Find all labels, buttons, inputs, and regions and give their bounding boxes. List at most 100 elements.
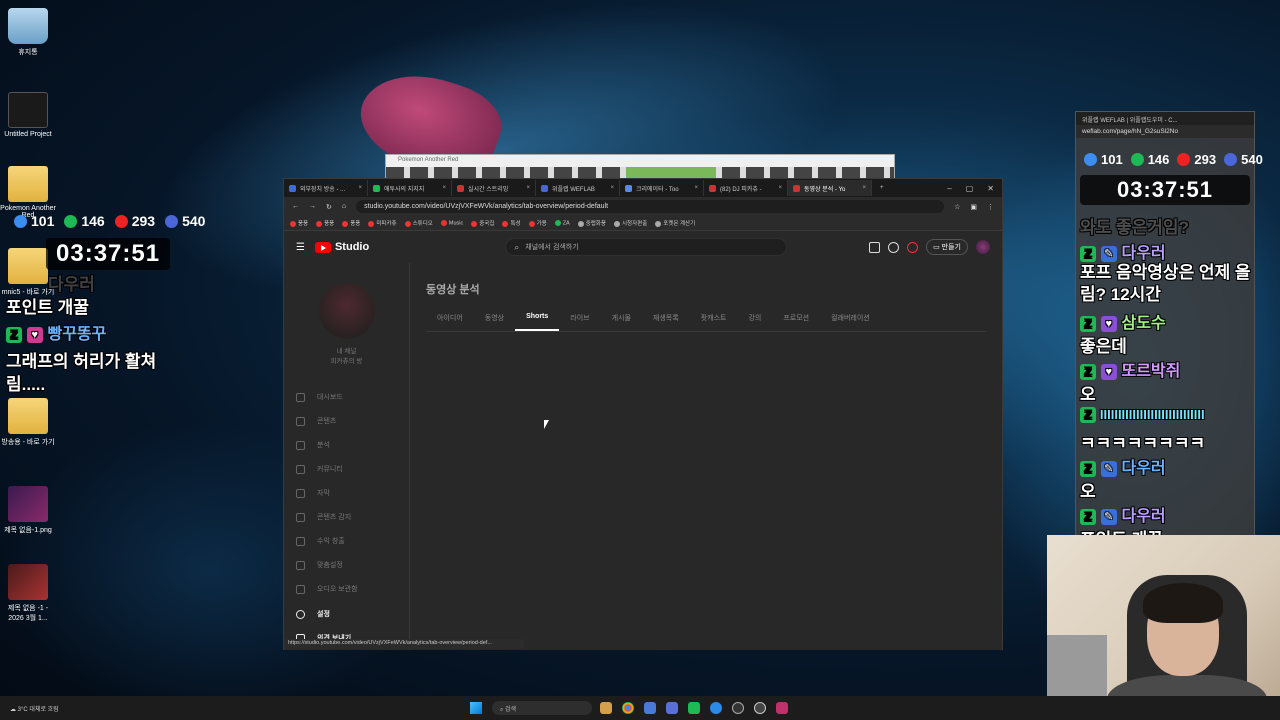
pencil-badge-icon: ✎ bbox=[1100, 460, 1117, 477]
minimize-icon[interactable]: – bbox=[947, 184, 951, 193]
bookmark-item[interactable]: 풍풍 bbox=[290, 219, 308, 227]
sidebar-item-analytics[interactable]: 분석 bbox=[284, 433, 409, 457]
sidebar-item-settings[interactable]: 설정 bbox=[284, 602, 409, 626]
youtube-icon bbox=[1177, 153, 1191, 166]
bookmark-favicon-icon bbox=[528, 220, 535, 227]
taskbar: ☁ 3°C 대체로 흐림 ⌕ 검색 bbox=[0, 696, 1280, 720]
hamburger-menu-icon[interactable]: ☰ bbox=[296, 242, 305, 253]
chrome-icon[interactable] bbox=[622, 702, 634, 714]
chat-user: Z IIIIIIIIIIIIIIIIIIIIIIIIIIIII bbox=[1080, 406, 1205, 424]
close-icon[interactable]: × bbox=[778, 185, 782, 191]
bookmark-item[interactable]: 시청자편출 bbox=[613, 219, 647, 227]
subtab-videos[interactable]: 동영상 bbox=[474, 313, 515, 331]
sidebar-item-subtitles[interactable]: 자막 bbox=[284, 481, 409, 505]
folder-icon bbox=[8, 166, 48, 202]
extensions-icon[interactable]: ▣ bbox=[970, 203, 977, 211]
subtab-collaborations[interactable]: 컬래버레이션 bbox=[820, 313, 881, 331]
tab-2[interactable]: 실시간 스트리밍 × bbox=[452, 180, 536, 196]
new-tab-icon[interactable]: + bbox=[872, 185, 892, 191]
tab-3[interactable]: 위플랩 WEFLAB × bbox=[536, 180, 620, 196]
notepad-icon[interactable] bbox=[644, 702, 656, 714]
heart-badge-icon: ♥ bbox=[26, 326, 43, 343]
bookmark-item[interactable]: 포켓몬 계산기 bbox=[655, 219, 695, 227]
close-window-icon[interactable]: ✕ bbox=[987, 184, 994, 193]
browser-window[interactable]: 외부장치 방송 - ... × 애투사의 지지지 × 실시간 스트리밍 × 위플랩 W… bbox=[283, 178, 1003, 650]
file-explorer-icon[interactable] bbox=[600, 702, 612, 714]
tab-6-active[interactable]: 동영상 분석 - Yo × bbox=[788, 180, 872, 196]
sidebar-item-community[interactable]: 커뮤니티 bbox=[284, 457, 409, 481]
tab-5[interactable]: (82) DJ 피카츄 - × bbox=[704, 180, 788, 196]
bookmark-item[interactable]: Music bbox=[440, 219, 463, 226]
windows-start-icon[interactable] bbox=[470, 702, 482, 714]
close-icon[interactable]: × bbox=[526, 185, 530, 191]
obs-icon[interactable] bbox=[732, 702, 744, 714]
desktop-icon-broadcast[interactable]: 방송용 - 바로 가기 bbox=[0, 398, 56, 447]
subtab-courses[interactable]: 강의 bbox=[737, 313, 772, 331]
edge-icon[interactable] bbox=[710, 702, 722, 714]
studio-logo[interactable]: Studio bbox=[314, 241, 369, 253]
studio-search-input[interactable]: ⌕ 채널에서 검색하기 bbox=[505, 238, 788, 256]
subtab-playlists[interactable]: 재생목록 bbox=[642, 313, 690, 331]
desktop-icon-untitled-project[interactable]: Untitled Project bbox=[0, 92, 56, 138]
project-icon bbox=[8, 92, 48, 128]
subtab-promotions[interactable]: 프로모션 bbox=[772, 313, 820, 331]
sidebar-item-earn[interactable]: 수익 창출 bbox=[284, 529, 409, 553]
channel-avatar[interactable] bbox=[318, 283, 375, 339]
pencil-badge-icon: ✎ bbox=[1100, 245, 1117, 262]
bookmark-star-icon[interactable]: ☆ bbox=[954, 203, 960, 211]
close-icon[interactable]: × bbox=[694, 185, 698, 191]
desktop-icon-pokemon-folder[interactable]: Pokemon Another Red bbox=[0, 166, 56, 219]
bookmark-item[interactable]: 중국집 bbox=[471, 219, 494, 227]
subtab-podcasts[interactable]: 팟캐스트 bbox=[690, 313, 738, 331]
create-button[interactable]: ▭ 만들기 bbox=[926, 239, 968, 255]
chzzk-app-icon[interactable] bbox=[688, 702, 700, 714]
app-icon[interactable] bbox=[776, 702, 788, 714]
bookmark-item[interactable]: 특성 bbox=[502, 219, 521, 227]
close-icon[interactable]: × bbox=[358, 185, 362, 191]
subtab-posts[interactable]: 게시물 bbox=[601, 313, 642, 331]
address-bar[interactable]: studio.youtube.com/video/UVzjVXFeWVk/ana… bbox=[356, 200, 945, 213]
sidebar-item-dashboard[interactable]: 대시보드 bbox=[284, 385, 409, 409]
reload-icon[interactable]: ↻ bbox=[326, 203, 332, 211]
sidebar-item-audio-library[interactable]: 오디오 보관함 bbox=[284, 577, 409, 601]
avatar[interactable] bbox=[976, 240, 990, 254]
tab-4[interactable]: 크리에이터 - Too × bbox=[620, 180, 704, 196]
bookmark-item[interactable]: ZA bbox=[554, 219, 570, 226]
weather-widget[interactable]: ☁ 3°C 대체로 흐림 bbox=[0, 704, 470, 713]
close-icon[interactable]: × bbox=[610, 185, 614, 191]
forward-icon[interactable]: → bbox=[309, 203, 316, 210]
comment-icon[interactable] bbox=[869, 241, 881, 253]
sidebar-item-content-detection[interactable]: 콘텐츠 감지 bbox=[284, 505, 409, 529]
bookmark-item[interactable]: 풍풍 bbox=[342, 219, 360, 227]
desktop-icon-image-2[interactable]: 제목 없음 -1 - 2026 3월 1... bbox=[0, 564, 56, 623]
notification-bell-icon[interactable] bbox=[907, 241, 919, 253]
help-icon[interactable] bbox=[888, 241, 900, 253]
checkmark-app-icon[interactable] bbox=[754, 702, 766, 714]
discord-icon[interactable] bbox=[666, 702, 678, 714]
sidebar-item-content[interactable]: 콘텐츠 bbox=[284, 409, 409, 433]
menu-dots-icon[interactable]: ⋮ bbox=[987, 203, 994, 211]
subtab-live[interactable]: 라이브 bbox=[559, 313, 600, 331]
desktop-icon-image-1[interactable]: 제목 없음-1.png bbox=[0, 486, 56, 535]
tab-0[interactable]: 외부장치 방송 - ... × bbox=[284, 180, 368, 196]
weflab-window[interactable]: 위플랩 WEFLAB | 위플랩도우미 - C... weflab.com/pa… bbox=[1075, 111, 1263, 541]
subtab-ideas[interactable]: 아이디어 bbox=[426, 313, 474, 331]
maximize-icon[interactable]: ▢ bbox=[966, 184, 974, 193]
bookmark-item[interactable]: 가용 bbox=[528, 219, 547, 227]
close-icon[interactable]: × bbox=[862, 185, 866, 191]
tab-1[interactable]: 애투사의 지지지 × bbox=[368, 180, 452, 196]
sidebar-item-customization[interactable]: 맞춤설정 bbox=[284, 553, 409, 577]
bookmark-item[interactable]: 미피카츄 bbox=[368, 219, 397, 227]
bookmark-item[interactable]: 풍풍 bbox=[316, 219, 334, 227]
bookmark-item[interactable]: 스튜디오 bbox=[404, 219, 433, 227]
z-badge-icon: Z bbox=[6, 326, 22, 343]
home-icon[interactable]: ⌂ bbox=[342, 203, 346, 210]
close-icon[interactable]: × bbox=[442, 185, 446, 191]
bookmark-item[interactable]: 중랩화풍 bbox=[577, 219, 606, 227]
taskbar-search-input[interactable]: ⌕ 검색 bbox=[492, 701, 592, 715]
pokemon-game-window[interactable]: Pokemon Another Red bbox=[385, 154, 895, 179]
subtab-shorts[interactable]: Shorts bbox=[515, 313, 560, 331]
desktop-icon-recycle-bin[interactable]: 휴지통 bbox=[0, 8, 56, 57]
back-icon[interactable]: ← bbox=[292, 203, 299, 210]
viewer-stats-right: 101 146 293 540 bbox=[1084, 152, 1263, 167]
